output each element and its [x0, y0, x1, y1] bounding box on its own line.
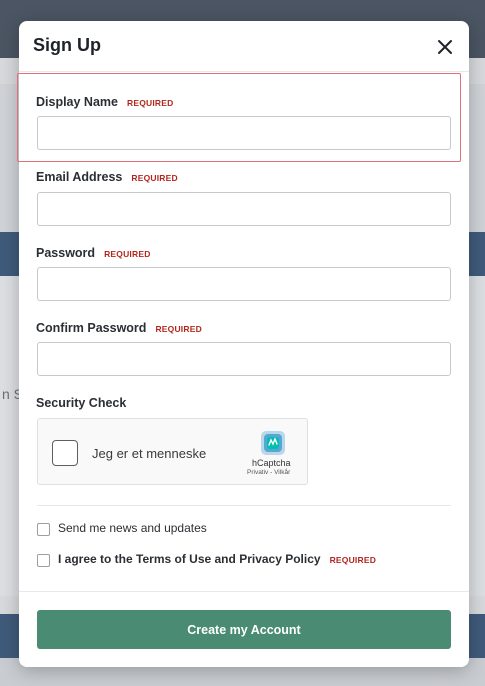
privacy-policy-link[interactable]: Privacy Policy — [239, 552, 320, 566]
terms-of-use-link[interactable]: Terms of Use — [136, 552, 211, 566]
close-button[interactable] — [435, 37, 455, 57]
security-check-label: Security Check — [36, 396, 127, 410]
header-divider — [19, 71, 469, 72]
hcaptcha-logo-icon — [261, 431, 285, 455]
display-name-label: Display Name REQUIRED — [36, 95, 174, 109]
display-name-input[interactable] — [37, 116, 451, 150]
required-badge: REQUIRED — [126, 98, 174, 108]
newsletter-label: Send me news and updates — [58, 521, 207, 535]
newsletter-checkbox[interactable] — [37, 523, 50, 536]
email-input[interactable] — [37, 192, 451, 226]
create-account-button[interactable]: Create my Account — [37, 610, 451, 649]
required-badge: REQUIRED — [155, 324, 202, 334]
close-icon — [438, 40, 452, 54]
agree-label: I agree to the Terms of Use and Privacy … — [58, 552, 377, 566]
confirm-password-input[interactable] — [37, 342, 451, 376]
signup-modal: Sign Up Display Name REQUIRED Email Addre… — [17, 21, 469, 667]
modal-title: Sign Up — [33, 35, 101, 55]
captcha-checkbox[interactable] — [52, 440, 78, 466]
confirm-password-label: Confirm Password REQUIRED — [36, 321, 202, 335]
required-badge: REQUIRED — [104, 249, 151, 259]
captcha-brand: hCaptcha — [252, 458, 291, 468]
email-label: Email Address REQUIRED — [36, 170, 178, 184]
hcaptcha-widget: Jeg er et menneske hCaptcha Privativ - V… — [37, 418, 308, 485]
section-divider — [37, 505, 451, 506]
captcha-terms-link[interactable]: Vilkår — [274, 469, 290, 476]
footer-divider — [19, 591, 469, 592]
password-input[interactable] — [37, 267, 451, 301]
required-badge: REQUIRED — [131, 173, 178, 183]
agree-checkbox[interactable] — [37, 554, 50, 567]
captcha-links: Privativ - Vilkår — [247, 469, 291, 476]
password-label: Password REQUIRED — [36, 246, 151, 260]
required-badge: REQUIRED — [329, 555, 377, 565]
captcha-privacy-link[interactable]: Privativ — [247, 469, 268, 476]
captcha-text: Jeg er et menneske — [92, 446, 207, 461]
